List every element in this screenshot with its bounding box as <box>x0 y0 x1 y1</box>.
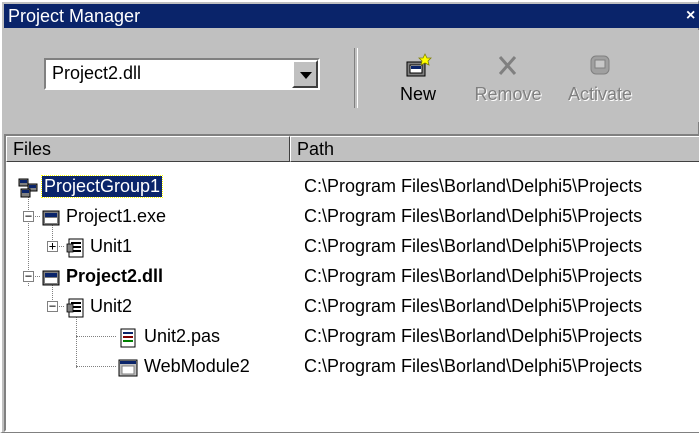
remove-icon <box>498 56 517 75</box>
new-button[interactable]: New <box>378 52 458 105</box>
chevron-down-icon[interactable] <box>292 60 318 88</box>
title-bar[interactable]: Project Manager × <box>4 4 699 28</box>
close-icon[interactable]: × <box>686 4 699 28</box>
list-header: Files Path <box>6 136 699 162</box>
tree-item-label[interactable]: Unit2 <box>90 296 132 317</box>
activate-button[interactable]: Activate <box>560 52 640 105</box>
tree-item-label[interactable]: Unit2.pas <box>144 326 220 347</box>
tree-item-path: C:\Program Files\Borland\Delphi5\Project… <box>304 176 643 196</box>
tree-item-path: C:\Program Files\Borland\Delphi5\Project… <box>304 326 643 346</box>
tree-item-path: C:\Program Files\Borland\Delphi5\Project… <box>304 236 643 256</box>
new-project-icon <box>406 53 432 77</box>
pas-file-icon <box>120 328 136 348</box>
project-manager-window: Project Manager × Project2.dll New Remov… <box>0 0 699 433</box>
tree-item-label[interactable]: Project2.dll <box>66 266 163 287</box>
expand-icon[interactable]: + <box>47 240 58 252</box>
unit-icon <box>66 298 84 318</box>
tree-item-path: C:\Program Files\Borland\Delphi5\Project… <box>304 296 643 316</box>
tree-item-label[interactable]: WebModule2 <box>144 356 250 377</box>
project-exe-icon <box>42 210 60 226</box>
tree-row-webmodule2[interactable]: WebModule2 C:\Program Files\Borland\Delp… <box>6 352 699 382</box>
project-dll-icon <box>42 270 60 286</box>
tree-item-path: C:\Program Files\Borland\Delphi5\Project… <box>304 266 643 286</box>
tree-row-projectgroup1[interactable]: ProjectGroup1 C:\Program Files\Borland\D… <box>6 172 699 202</box>
tree-row-unit2[interactable]: − Unit2 C:\Program Files\Borland\Delphi5… <box>6 292 699 322</box>
column-header-files[interactable]: Files <box>6 136 290 162</box>
tree-item-path: C:\Program Files\Borland\Delphi5\Project… <box>304 356 643 376</box>
collapse-icon[interactable]: − <box>23 210 34 222</box>
tree-item-label[interactable]: Unit1 <box>90 236 132 257</box>
tree-row-project2[interactable]: − Project2.dll C:\Program Files\Borland\… <box>6 262 699 292</box>
tree-item-label[interactable]: Project1.exe <box>66 206 166 227</box>
collapse-icon[interactable]: − <box>23 270 34 282</box>
tree-row-project1[interactable]: − Project1.exe C:\Program Files\Borland\… <box>6 202 699 232</box>
project-select-value: Project2.dll <box>52 63 142 83</box>
tree-item-path: C:\Program Files\Borland\Delphi5\Project… <box>304 206 643 226</box>
collapse-icon[interactable]: − <box>47 300 58 312</box>
project-group-icon <box>18 178 38 198</box>
tree-item-label[interactable]: ProjectGroup1 <box>40 175 164 198</box>
tree-row-unit2-pas[interactable]: Unit2.pas C:\Program Files\Borland\Delph… <box>6 322 699 352</box>
activate-button-label: Activate <box>567 84 633 104</box>
window-title: Project Manager <box>8 6 141 26</box>
remove-button[interactable]: Remove <box>468 52 548 105</box>
toolbar-separator <box>354 48 358 108</box>
unit-icon <box>66 238 84 258</box>
activate-icon <box>590 55 610 75</box>
new-button-label: New <box>399 84 436 104</box>
column-header-path[interactable]: Path <box>290 136 699 162</box>
toolbar: Project2.dll New Remove Activate <box>4 30 699 122</box>
tree-row-unit1[interactable]: + Unit1 C:\Program Files\Borland\Delphi5… <box>6 232 699 262</box>
project-select[interactable]: Project2.dll <box>44 58 320 90</box>
web-module-icon <box>118 359 138 377</box>
project-tree-list[interactable]: Files Path ProjectGroup1 C:\Program File… <box>4 134 699 432</box>
remove-button-label: Remove <box>474 84 542 104</box>
